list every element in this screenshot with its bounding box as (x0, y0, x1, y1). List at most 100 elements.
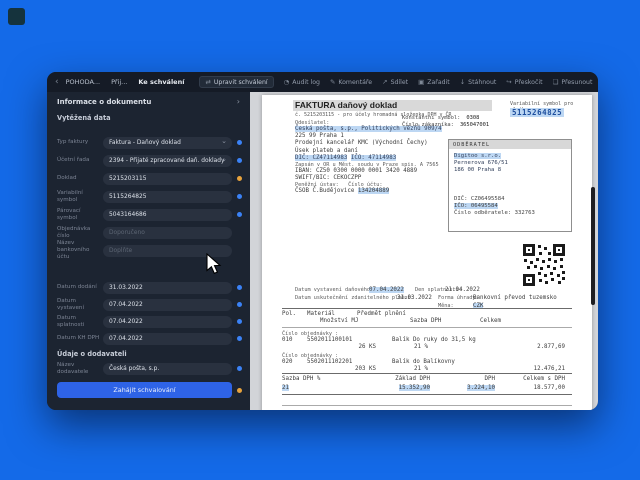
field-value: Faktura - Daňový doklad (109, 139, 181, 146)
col-vat: Sazba DPH (410, 318, 442, 324)
summary-vat-label: DPH (484, 376, 495, 382)
field-row-variable-symbol: Variabilní symbol 5115264825 (57, 190, 242, 203)
sender-ico: IČO: 47114983 (350, 154, 397, 161)
buyer-dic: DIČ: CZ06495584 (454, 195, 505, 202)
table-top-rule (282, 308, 572, 309)
field-label: Datum vystavení (57, 297, 85, 311)
variable-symbol-input[interactable]: 5115264825 (103, 190, 232, 203)
confidence-dot (237, 140, 242, 145)
field-label: Název bankovního účtu (57, 240, 90, 260)
supplier-section: Údaje o dodavateli (57, 350, 127, 358)
desktop-widget (8, 8, 25, 25)
item-total: 2.877,69 (537, 344, 565, 350)
item-qty: 26 KS (358, 344, 376, 350)
field-value: 2394 - Přijaté zpracované daň. doklady (109, 157, 225, 164)
app-window: ‹ POHODA... Přij... Ke schválení ⇄ Upravi… (47, 72, 598, 410)
sidebar: Informace o dokumentu › Vytěžená data Ty… (47, 92, 250, 410)
duzp-value: 31.03.2022 (397, 295, 432, 301)
buyer-ico: IČO: 06495584 (454, 202, 498, 209)
due-date-input[interactable]: 07.04.2022 (103, 315, 232, 328)
invoice-title: FAKTURA daňový doklad (295, 100, 398, 110)
duzp-label: Datum uskutečnění zdanitelného plnění: (295, 295, 414, 301)
pairing-symbol-input[interactable]: 5043164686 (103, 208, 232, 221)
vat-date-input[interactable]: 07.04.2022 (103, 332, 232, 345)
summary-values: 21 15.352,90 3.224,10 18.577,00 (262, 385, 592, 392)
document-info-header[interactable]: Informace o dokumentu › (57, 97, 240, 106)
move-button[interactable]: ❏ Přesunout (553, 78, 593, 86)
start-approval-button[interactable]: Zahájit schvalování (57, 382, 232, 398)
table-header-1: Pol. Materiál Předmět plnění (262, 311, 592, 318)
col-material: Materiál (307, 311, 335, 317)
item-pol: 020 (282, 359, 293, 365)
share-icon: ↗ (382, 78, 388, 86)
field-row-delivery-date: Datum dodání 31.03.2022 (57, 281, 242, 294)
item-code: 5502011100101 (307, 337, 353, 343)
download-button[interactable]: ↓ Stáhnout (460, 78, 497, 86)
file-button[interactable]: ▣ Zařadit (418, 78, 450, 86)
edit-approval-icon: ⇄ (205, 78, 211, 86)
item-row-2-amounts: 203 KS 21 % 12.476,21 (262, 366, 592, 373)
account-number: 134204889 (357, 188, 390, 195)
item-name: Balík Do ruky do 31,5 kg (392, 337, 476, 343)
field-row-ledger-series: Účetní řada 2394 - Přijaté zpracované da… (57, 154, 242, 167)
field-label: Variabilní symbol (57, 189, 83, 203)
ledger-series-select[interactable]: 2394 - Přijaté zpracované daň. doklady (103, 154, 232, 167)
field-placeholder: Doporučeno (109, 229, 145, 236)
buyer-number-label: Číslo odběratele: (454, 209, 512, 216)
col-qty: Množství MJ (320, 318, 359, 324)
field-label: Doklad (57, 175, 77, 182)
clock-icon: ◔ (283, 78, 290, 86)
document-viewer: FAKTURA daňový doklad č. 5215203115 - pr… (250, 92, 598, 410)
confidence-dot (237, 212, 242, 217)
edit-approval-button[interactable]: ⇄ Upravit schválení (199, 76, 274, 88)
delivery-date-input[interactable]: 31.03.2022 (103, 281, 232, 294)
field-row-pairing-symbol: Párovací symbol 5043164686 (57, 208, 242, 221)
table-header-rule (282, 327, 572, 328)
item-vat: 21 % (414, 344, 428, 350)
viewer-scrollbar[interactable] (591, 187, 595, 305)
table-header-2: Množství MJ Sazba DPH Celkem (262, 318, 592, 325)
item-name: Balík do Balíkovny (392, 359, 455, 365)
invoice-type-select[interactable]: Faktura - Daňový doklad (103, 136, 232, 149)
field-label: Účetní řada (57, 157, 90, 164)
confidence-dot (237, 194, 242, 199)
supplier-name-input[interactable]: Česká pošta, s.p. (103, 362, 232, 375)
field-label: Párovací symbol (57, 207, 81, 221)
summary-rate: 21 (282, 385, 289, 391)
skip-button[interactable]: ↪ Přeskočit (506, 78, 542, 86)
field-placeholder: Doplňte (109, 247, 133, 254)
field-value: 07.04.2022 (109, 335, 143, 342)
tab-prijate[interactable]: Přij... (111, 78, 127, 86)
customer-number-value: 365047001 (459, 122, 490, 129)
order-number-input[interactable]: Doporučeno (103, 226, 232, 239)
buyer-city: 186 00 Praha 8 (454, 166, 502, 173)
col-subject: Předmět plnění (357, 311, 406, 317)
item-code: 5502011102201 (307, 359, 353, 365)
audit-log-button[interactable]: ◔ Audit log (284, 78, 320, 86)
field-row-due-date: Datum splatnosti 07.04.2022 (57, 315, 242, 328)
tab-pohoda[interactable]: POHODA... (66, 78, 100, 86)
document-number-input[interactable]: 5215203115 (103, 172, 232, 185)
share-button[interactable]: ↗ Sdílet (382, 78, 408, 86)
field-value: Česká pošta, s.p. (109, 365, 160, 372)
confidence-dot (237, 302, 242, 307)
summary-total: 18.577,00 (533, 385, 565, 391)
field-value: 5115264825 (109, 193, 147, 200)
field-row-document-number: Doklad 5215203115 (57, 172, 242, 185)
field-value: 07.04.2022 (109, 301, 143, 308)
issue-date-input[interactable]: 07.04.2022 (103, 298, 232, 311)
document-info-title: Informace o dokumentu (57, 97, 152, 106)
vs-value: 5115264825 (510, 108, 565, 117)
sender-name: Česká pošta, s.p., Politických vězňů 909… (295, 126, 442, 133)
confidence-dot (237, 319, 242, 324)
field-label: Název dodavatele (57, 361, 89, 375)
summary-base: 15.352,90 (398, 385, 430, 391)
confidence-dot (237, 158, 242, 163)
comments-button[interactable]: ✎ Komentáře (330, 78, 372, 86)
buyer-number: 332763 (514, 209, 535, 216)
sender-department: Úsek plateb a daní (295, 147, 358, 154)
tab-ke-schvaleni[interactable]: Ke schválení (138, 78, 184, 86)
confidence-dot (237, 387, 242, 393)
back-chevron-icon[interactable]: ‹ (55, 77, 59, 87)
sender-office: Prodejní kancelář KMC (Východní Čechy) (295, 140, 428, 147)
